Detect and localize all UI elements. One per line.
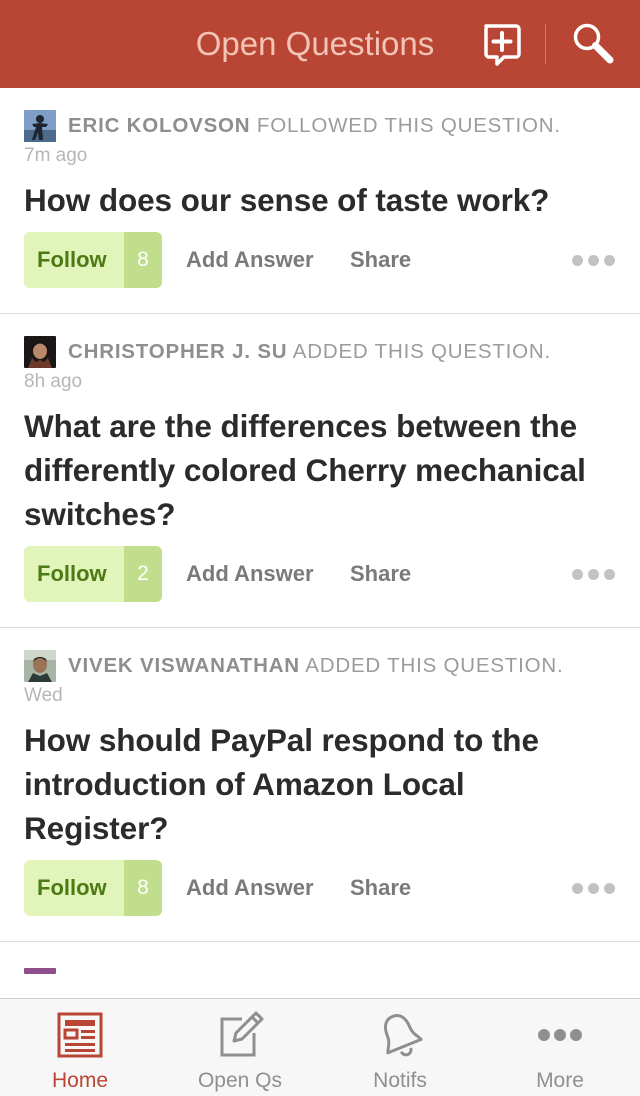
avatar[interactable]: [24, 650, 56, 682]
activity-text: ADDED THIS QUESTION.: [305, 654, 564, 677]
avatar[interactable]: [24, 110, 56, 142]
share-button[interactable]: Share: [350, 546, 411, 602]
question-card: CHRISTOPHER J. SU ADDED THIS QUESTION. 8…: [0, 314, 640, 628]
search-icon: [573, 23, 614, 64]
question-card: ERIC KOLOVSON FOLLOWED THIS QUESTION. 7m…: [0, 88, 640, 314]
author-name[interactable]: ERIC KOLOVSON: [68, 114, 250, 137]
follow-label: Follow: [37, 875, 107, 900]
top-navigation-bar: Open Questions: [0, 0, 640, 88]
question-title[interactable]: What are the differences between the dif…: [24, 404, 616, 536]
add-question-icon: [484, 24, 521, 66]
follow-button[interactable]: Follow 8: [24, 232, 162, 288]
home-feed-icon: [57, 1012, 103, 1058]
tab-label: More: [536, 1069, 584, 1092]
question-card: [0, 942, 640, 998]
add-answer-button[interactable]: Add Answer: [186, 546, 314, 602]
follow-count: 8: [124, 232, 162, 288]
follow-label: Follow: [37, 561, 107, 586]
question-feed: ERIC KOLOVSON FOLLOWED THIS QUESTION. 7m…: [0, 88, 640, 998]
activity-headline: CHRISTOPHER J. SU ADDED THIS QUESTION.: [68, 336, 616, 368]
author-name[interactable]: CHRISTOPHER J. SU: [68, 340, 287, 363]
tab-label: Open Qs: [197, 1069, 283, 1092]
activity-headline: VIVEK VISWANATHAN ADDED THIS QUESTION.: [68, 650, 616, 682]
timestamp: 8h ago: [24, 371, 83, 392]
header-divider: [545, 24, 546, 64]
question-actions: Follow 2 Add Answer Share: [24, 546, 616, 602]
follow-count: 2: [124, 546, 162, 602]
timestamp: 7m ago: [24, 145, 88, 166]
tab-label: Home: [51, 1069, 109, 1092]
add-answer-button[interactable]: Add Answer: [186, 232, 314, 288]
more-dots-icon[interactable]: [572, 251, 616, 269]
pencil-edit-icon: [220, 1011, 264, 1057]
more-dots-icon[interactable]: [572, 565, 616, 583]
author-name[interactable]: VIVEK VISWANATHAN: [68, 654, 300, 677]
follow-button[interactable]: Follow 8: [24, 860, 162, 916]
activity-text: FOLLOWED THIS QUESTION.: [256, 114, 561, 137]
follow-button[interactable]: Follow 2: [24, 546, 162, 602]
activity-headline: ERIC KOLOVSON FOLLOWED THIS QUESTION.: [68, 110, 616, 142]
tab-notifs[interactable]: Notifs: [320, 999, 480, 1096]
question-title[interactable]: How does our sense of taste work?: [24, 178, 616, 222]
avatar[interactable]: [24, 968, 56, 974]
question-card: VIVEK VISWANATHAN ADDED THIS QUESTION. W…: [0, 628, 640, 942]
timestamp: Wed: [24, 685, 63, 706]
search-button[interactable]: [568, 20, 616, 68]
card-header: ERIC KOLOVSON FOLLOWED THIS QUESTION.: [24, 110, 616, 143]
add-answer-button[interactable]: Add Answer: [186, 860, 314, 916]
tab-label: Notifs: [373, 1069, 427, 1092]
page-title: Open Questions: [195, 25, 435, 62]
question-actions: Follow 8 Add Answer Share: [24, 860, 616, 916]
share-button[interactable]: Share: [350, 860, 411, 916]
app-root: Open Questions ERIC KOLOVSON FOLLOWED TH…: [0, 0, 640, 1096]
question-title[interactable]: How should PayPal respond to the introdu…: [24, 718, 616, 850]
card-header: CHRISTOPHER J. SU ADDED THIS QUESTION.: [24, 336, 616, 369]
tab-more[interactable]: More: [480, 999, 640, 1096]
card-header: VIVEK VISWANATHAN ADDED THIS QUESTION.: [24, 650, 616, 683]
question-actions: Follow 8 Add Answer Share: [24, 232, 616, 288]
bell-icon: [383, 1014, 423, 1057]
follow-label: Follow: [37, 247, 107, 272]
follow-count: 8: [124, 860, 162, 916]
more-dots-icon: [538, 1029, 582, 1041]
bottom-tab-bar: Home Open Qs Notifs More: [0, 998, 640, 1096]
add-question-button[interactable]: [478, 20, 526, 68]
activity-text: ADDED THIS QUESTION.: [292, 340, 552, 363]
share-button[interactable]: Share: [350, 232, 411, 288]
tab-home[interactable]: Home: [0, 999, 160, 1096]
tab-open-qs[interactable]: Open Qs: [160, 999, 320, 1096]
avatar[interactable]: [24, 336, 56, 368]
more-dots-icon[interactable]: [572, 879, 616, 897]
